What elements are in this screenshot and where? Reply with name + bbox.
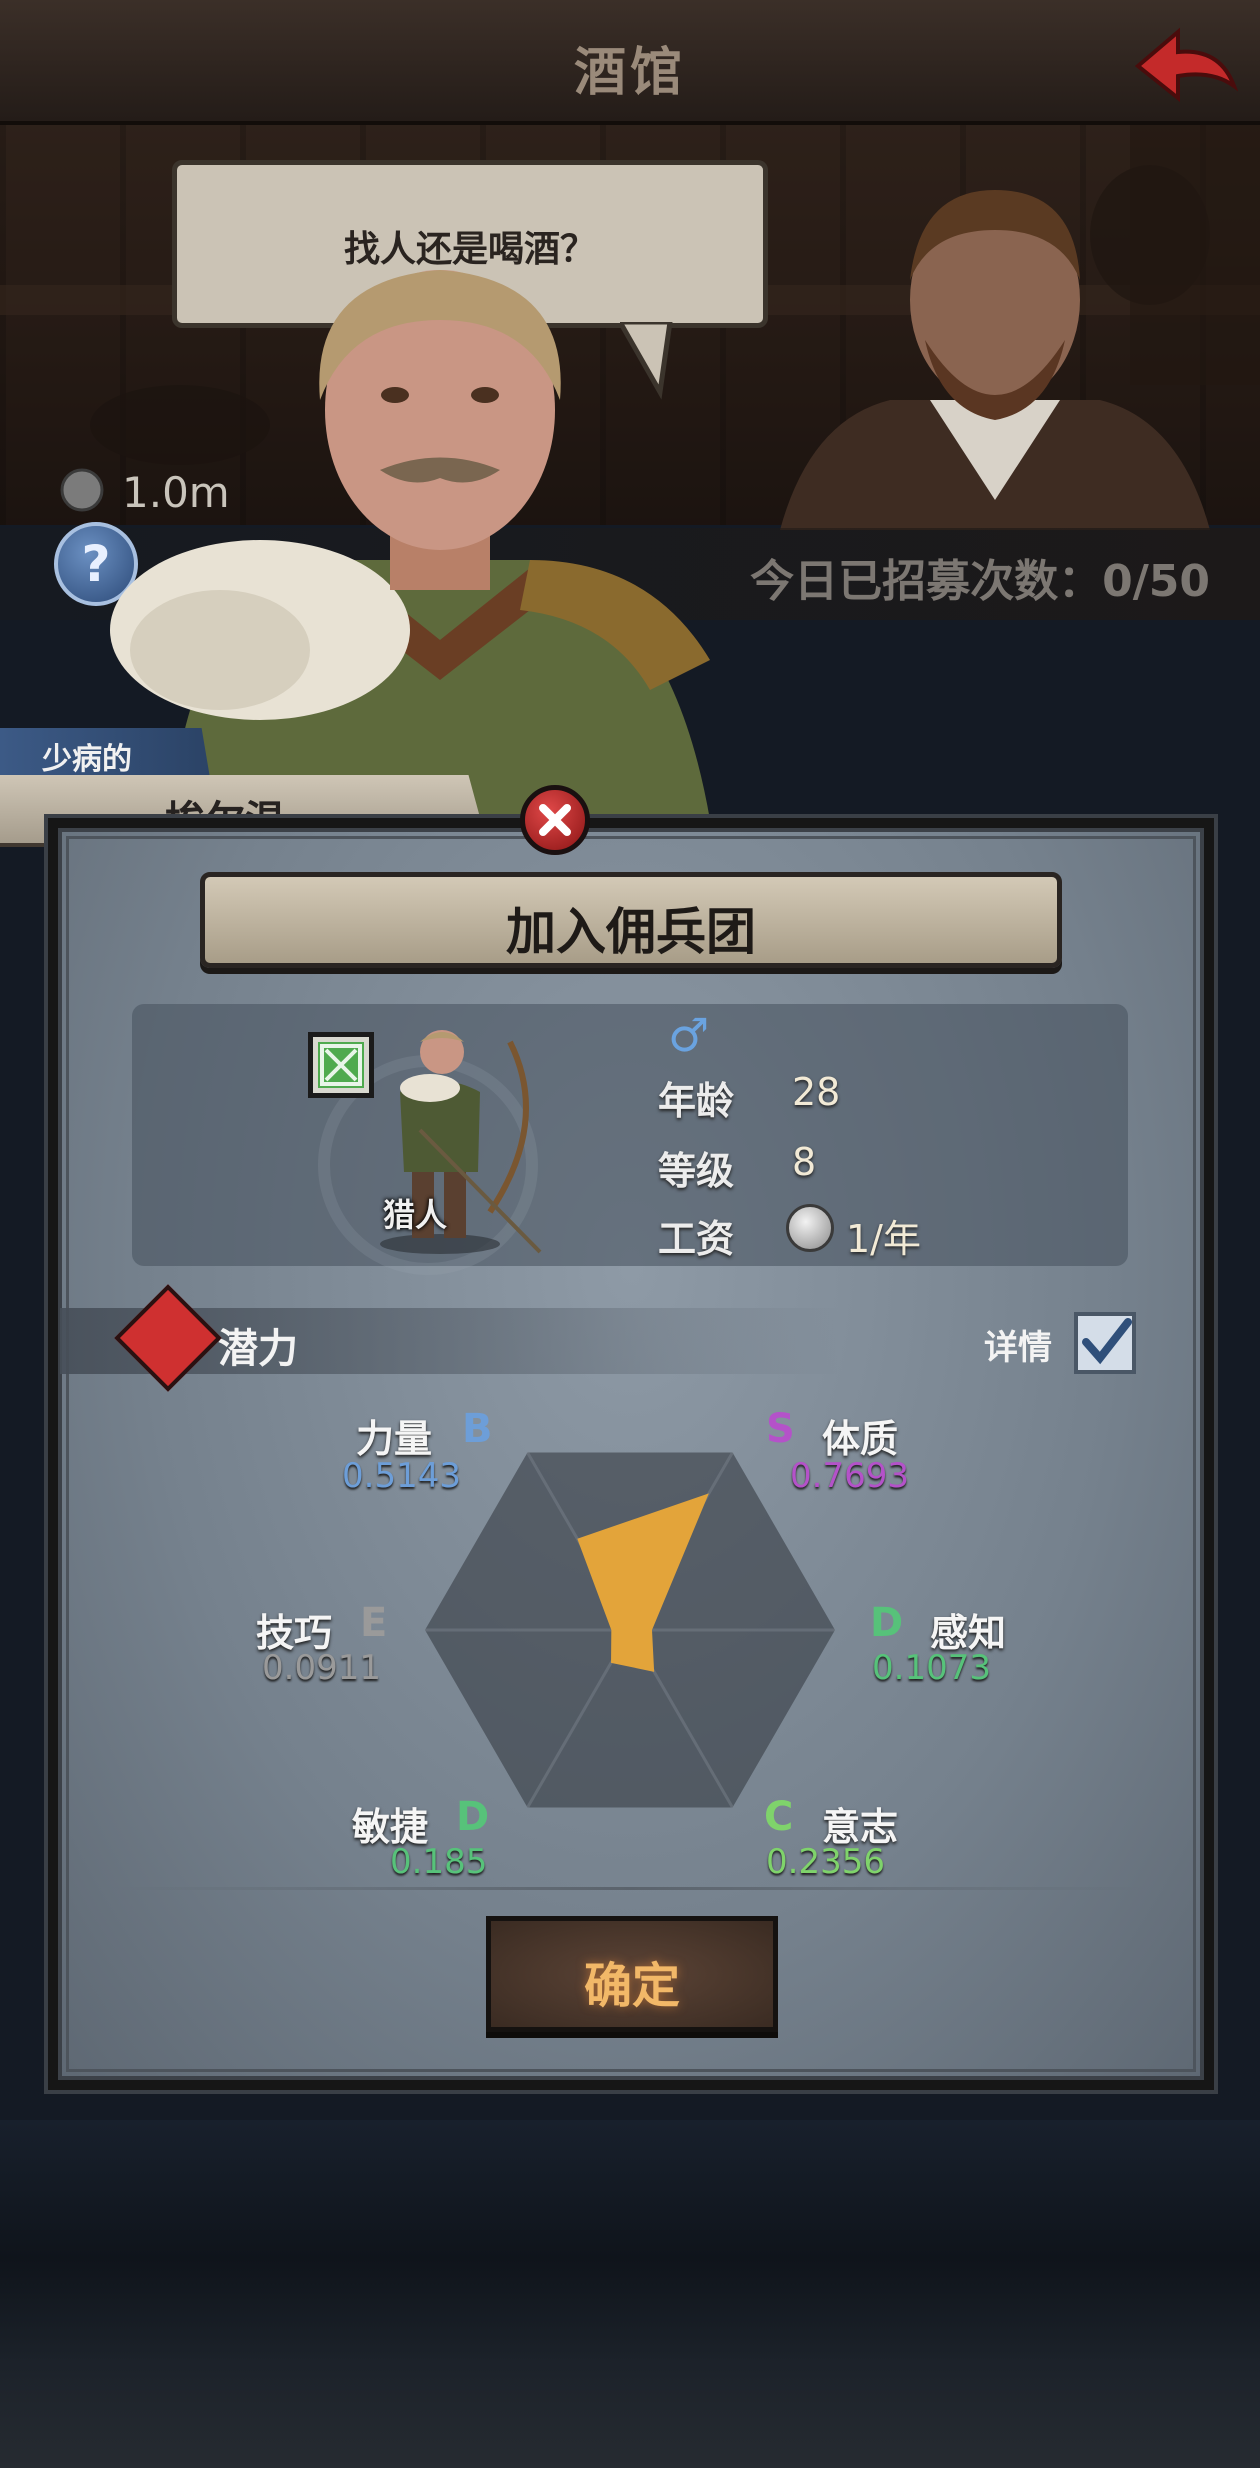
- select-checkbox-mark: [318, 1042, 364, 1088]
- level-label: 等级: [658, 1149, 735, 1193]
- trait-label: 少病的: [42, 742, 132, 777]
- confirm-label: 确定: [583, 1958, 680, 2014]
- barkeep-portrait: [780, 170, 1210, 534]
- attr-grade-will: C: [764, 1794, 794, 1840]
- details-label: 详情: [984, 1328, 1052, 1368]
- class-label: 猎人: [382, 1196, 447, 1234]
- close-button[interactable]: [520, 785, 590, 855]
- back-arrow-icon: [1134, 27, 1239, 103]
- attr-value-perception: 0.1073: [872, 1648, 991, 1688]
- page-title: 酒馆: [573, 43, 686, 103]
- attr-grade-constitution: S: [766, 1406, 795, 1452]
- age-label: 年龄: [658, 1079, 735, 1123]
- character-info-card: [132, 1004, 1128, 1266]
- male-gender-icon: ♂: [668, 1008, 710, 1062]
- details-checkbox[interactable]: [1074, 1312, 1136, 1374]
- attr-value-agility: 0.185: [390, 1842, 488, 1882]
- potential-label: 潜力: [218, 1326, 298, 1372]
- level-value: 8: [792, 1140, 817, 1184]
- attr-name-strength: 力量: [356, 1417, 433, 1461]
- attr-grade-skill: E: [360, 1600, 388, 1646]
- silver-coin-icon: [786, 1204, 834, 1252]
- attr-grade-perception: D: [870, 1600, 904, 1646]
- attr-value-constitution: 0.7693: [790, 1456, 909, 1496]
- back-button[interactable]: [1130, 24, 1240, 114]
- attr-name-constitution: 体质: [822, 1417, 899, 1461]
- attr-value-will: 0.2356: [766, 1842, 885, 1882]
- checkmark-icon: [1082, 1318, 1132, 1365]
- attr-grade-agility: D: [456, 1794, 490, 1840]
- attr-value-skill: 0.0911: [262, 1648, 381, 1688]
- bottom-background: [0, 2120, 1260, 2468]
- crossed-box-icon: [320, 1044, 362, 1086]
- attr-grade-strength: B: [462, 1406, 493, 1452]
- age-value: 28: [792, 1070, 841, 1114]
- panel-title: 加入佣兵团: [506, 903, 756, 961]
- attr-value-strength: 0.5143: [342, 1456, 461, 1496]
- salary-label: 工资: [658, 1217, 735, 1261]
- close-icon: [539, 804, 571, 836]
- divider: [110, 1887, 1150, 1890]
- daily-recruit-count: 今日已招募次数：0/50: [750, 556, 1210, 607]
- salary-value: 1/年: [846, 1217, 921, 1261]
